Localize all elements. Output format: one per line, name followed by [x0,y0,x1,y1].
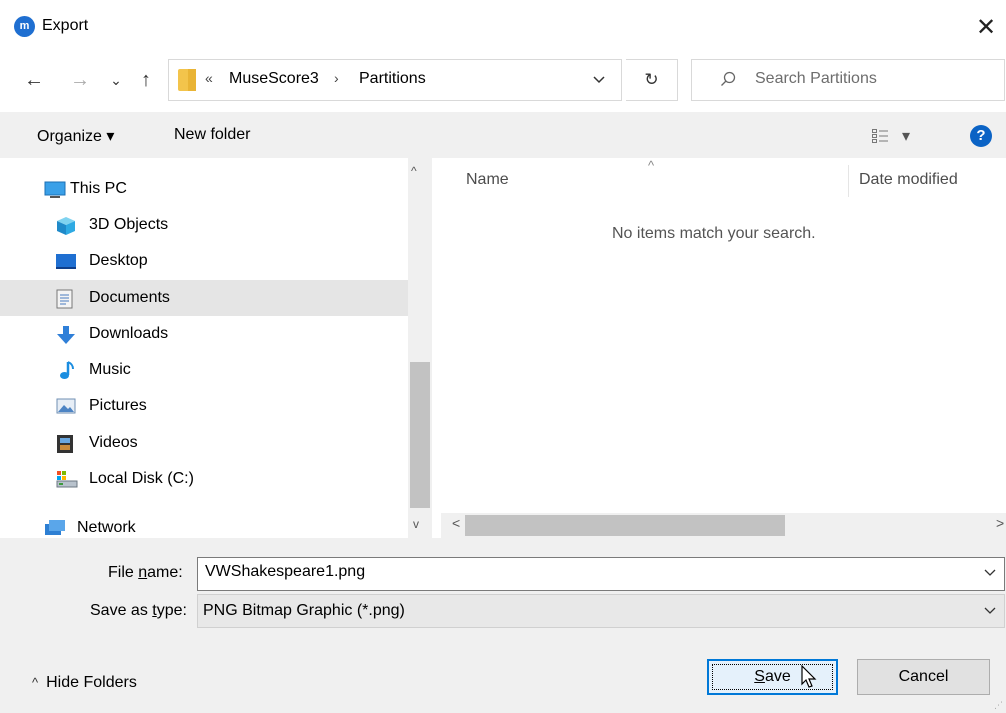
forward-arrow-icon[interactable]: → [66,66,94,94]
save-as-type-chevron-icon[interactable] [984,604,996,618]
sidebar-item-downloads[interactable]: Downloads [0,316,408,352]
empty-state-message: No items match your search. [612,225,816,242]
breadcrumb-musescore3[interactable]: MuseScore3 [229,70,319,88]
file-name-dropdown-chevron-icon[interactable] [984,566,996,580]
sidebar-item-3d-objects[interactable]: 3D Objects [0,207,408,243]
file-list[interactable] [441,158,1006,513]
hide-folders-label: Hide Folders [46,674,137,691]
chevron-up-icon: ^ [32,675,39,690]
pictures-icon [56,398,76,416]
sidebar-item-label: 3D Objects [89,216,169,233]
recent-locations-chevron-icon[interactable]: ⌄ [106,66,126,94]
music-note-icon [58,360,76,379]
documents-icon [56,289,74,309]
up-arrow-icon[interactable]: ↑ [132,66,160,94]
breadcrumb-separator-icon[interactable]: › [334,70,339,86]
back-arrow-icon[interactable]: ← [20,66,48,94]
file-name-label: File name: [108,564,183,581]
sidebar-item-label: Downloads [89,325,169,342]
cancel-button-label: Cancel [898,668,949,685]
new-folder-button[interactable]: New folder [174,126,250,144]
folder-icon [178,69,196,91]
save-as-type-label: Save as type: [90,602,187,619]
organize-button[interactable]: Organize ▾ [37,126,114,146]
column-header-date-modified[interactable]: Date modified [859,171,958,189]
breadcrumb-overflow[interactable]: « [205,70,213,86]
sidebar-item-music[interactable]: Music [0,352,408,388]
sidebar-item-label: Videos [89,434,138,451]
hide-folders-button[interactable]: ^ Hide Folders [32,674,137,692]
change-view-button[interactable]: ▾ [872,126,910,146]
save-button[interactable]: Save [707,659,838,695]
help-button[interactable]: ? [970,125,992,147]
monitor-icon [44,181,66,199]
file-name-value[interactable]: VWShakespeare1.png [205,563,365,581]
sidebar-item-label: Documents [89,289,170,306]
breadcrumb-partitions[interactable]: Partitions [359,70,426,88]
window-title: Export [42,17,89,34]
refresh-button[interactable]: ↻ [626,59,678,101]
desktop-icon [55,253,76,271]
sidebar-item-label: Music [89,361,131,378]
sort-ascending-icon: ^ [648,158,655,173]
sidebar-item-label: This PC [70,180,127,197]
column-header-name[interactable]: Name [466,171,509,189]
sidebar-item-pictures[interactable]: Pictures [0,388,408,424]
navigation-scrollbar-thumb[interactable] [410,362,430,508]
command-bar [0,112,1006,158]
sidebar-item-desktop[interactable]: Desktop [0,243,408,279]
sidebar-item-videos[interactable]: Videos [0,425,408,461]
mouse-cursor-icon [801,664,817,694]
sidebar-item-label: Pictures [89,397,147,414]
musescore-logo-icon: m [14,16,35,37]
scroll-down-arrow-icon[interactable]: v [413,517,419,531]
network-icon [44,519,65,537]
save-as-type-value[interactable]: PNG Bitmap Graphic (*.png) [203,602,405,620]
details-view-icon [872,129,888,143]
scroll-up-arrow-icon[interactable]: ^ [411,164,417,178]
sidebar-item-this-pc[interactable]: This PC [0,171,408,207]
sidebar-item-documents[interactable]: Documents [0,280,408,316]
cube-icon [56,216,75,235]
resize-grip-icon[interactable]: ⋰ [994,700,1003,711]
download-arrow-icon [56,325,75,344]
search-placeholder: Search Partitions [755,70,877,87]
drive-icon [56,470,78,488]
sidebar-item-label: Network [77,519,136,536]
cancel-button[interactable]: Cancel [857,659,990,695]
close-button[interactable]: ✕ [968,8,1004,46]
address-dropdown-chevron-icon[interactable] [585,65,613,95]
title-bar [0,0,1006,55]
column-divider[interactable] [848,165,849,197]
scroll-right-arrow-icon[interactable]: > [996,515,1004,531]
sidebar-item-label: Local Disk (C:) [89,470,194,487]
view-dropdown-chevron-icon: ▾ [902,128,911,145]
horizontal-scrollbar-thumb[interactable] [465,515,785,536]
sidebar-item-local-disk[interactable]: Local Disk (C:) [0,461,408,497]
scroll-left-arrow-icon[interactable]: < [452,515,460,531]
search-icon [720,71,736,92]
film-icon [56,434,74,453]
sidebar-item-label: Desktop [89,252,148,269]
